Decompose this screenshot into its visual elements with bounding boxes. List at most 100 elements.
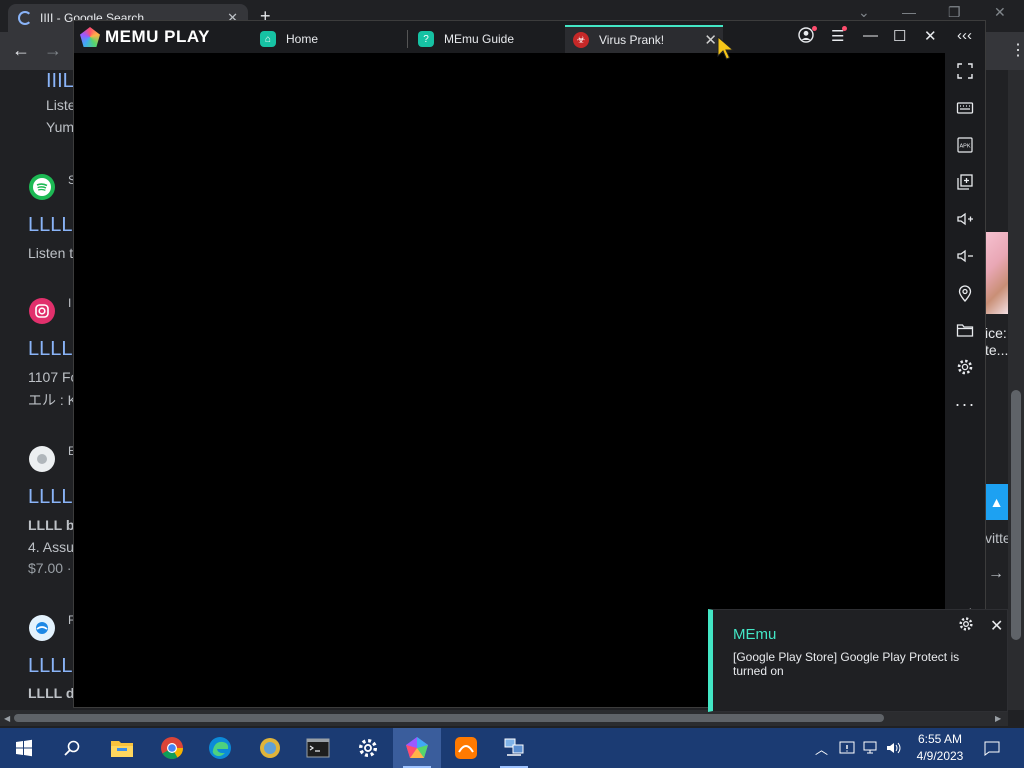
scroll-right-icon[interactable]: ▶ — [995, 714, 1001, 723]
memu-logo: MEMU PLAY — [80, 27, 210, 47]
scroll-left-icon[interactable]: ◀ — [4, 714, 10, 723]
result-site-name: I — [68, 296, 72, 310]
volume-icon[interactable] — [885, 728, 903, 768]
windows-taskbar: ︿ 6:55 AM 4/9/2023 — [0, 728, 1024, 768]
scrollbar-thumb[interactable] — [1011, 390, 1021, 640]
memu-close-button[interactable]: ✕ — [924, 27, 937, 45]
notification-close-icon[interactable]: ✕ — [990, 616, 1003, 636]
file-explorer-icon[interactable] — [98, 728, 146, 768]
tray-chevron-icon[interactable]: ︿ — [815, 728, 828, 768]
result-snippet: Yum — [46, 119, 75, 135]
clock-date: 4/9/2023 — [916, 749, 964, 763]
memu-minimize-button[interactable]: — — [863, 27, 878, 44]
chrome-dropdown-icon[interactable]: ⌄ — [858, 4, 870, 21]
chrome-menu-icon[interactable]: ⋮ — [1010, 40, 1024, 60]
chrome-restore-button[interactable]: ❐ — [948, 4, 961, 21]
notification-toast[interactable]: MEmu [Google Play Store] Google Play Pro… — [708, 609, 1008, 712]
result-price: $7.00 · — [28, 560, 72, 576]
result-snippet: 4. Assu — [28, 539, 74, 555]
site-favicon-icon — [29, 615, 55, 641]
memu-tab-home[interactable]: ⌂ Home — [252, 25, 407, 53]
instagram-icon — [29, 298, 55, 324]
memu-tab-label: Virus Prank! — [599, 33, 665, 47]
notification-body: [Google Play Store] Google Play Protect … — [733, 650, 960, 678]
settings-gear-icon[interactable] — [945, 352, 985, 382]
account-icon[interactable] — [798, 26, 817, 47]
memu-menu-button[interactable]: ☰ — [831, 26, 848, 45]
loading-spinner-icon — [18, 11, 32, 25]
app-orange-icon[interactable] — [442, 728, 490, 768]
tray-security-icon[interactable] — [838, 728, 856, 768]
clock-time: 6:55 AM — [917, 732, 963, 746]
site-favicon-icon — [29, 446, 55, 472]
taskbar-clock[interactable]: 6:55 AM 4/9/2023 — [908, 731, 972, 765]
home-tab-icon: ⌂ — [260, 31, 276, 47]
keyboard-mapping-icon[interactable] — [945, 93, 985, 123]
memu-logo-text: MEMU PLAY — [105, 27, 210, 46]
right-panel-text: ice: — [985, 325, 1007, 341]
result-snippet: エル : K — [28, 392, 78, 408]
volume-up-icon[interactable] — [945, 204, 985, 234]
memu-window: MEMU PLAY ⌂ Home ? MEmu Guide ☣ Virus Pr… — [73, 20, 986, 708]
thumbnail-image[interactable] — [985, 232, 1008, 314]
chrome-close-button[interactable]: ✕ — [994, 4, 1006, 21]
result-title[interactable]: LLLL — [28, 214, 73, 237]
result-title[interactable]: LLLL — [28, 338, 73, 361]
volume-down-icon[interactable] — [945, 241, 985, 271]
folder-icon[interactable] — [945, 315, 985, 345]
svg-text:APK: APK — [959, 144, 970, 150]
apk-install-icon[interactable]: APK — [945, 130, 985, 160]
result-snippet: 1107 Fo — [28, 369, 79, 385]
action-center-icon[interactable] — [983, 728, 1001, 768]
memu-tab-label: Home — [286, 32, 319, 46]
forward-button[interactable]: → — [44, 40, 62, 61]
edge-icon[interactable] — [196, 728, 244, 768]
guide-tab-icon: ? — [418, 31, 434, 47]
memu-tab-label: MEmu Guide — [444, 32, 515, 46]
result-snippet: LLLL b — [28, 517, 75, 533]
collapse-sidebar-icon[interactable]: ‹‹‹ — [957, 27, 972, 44]
search-icon[interactable] — [48, 728, 96, 768]
chrome-minimize-button[interactable]: — — [902, 4, 916, 20]
notification-title: MEmu — [733, 626, 777, 643]
more-options-icon[interactable]: ··· — [945, 389, 985, 419]
result-title[interactable]: LLLL — [28, 655, 73, 678]
app-globe-icon[interactable] — [246, 728, 294, 768]
memu-logo-icon — [80, 27, 100, 47]
result-title[interactable]: IIIL — [46, 70, 74, 93]
memu-taskbar-icon[interactable] — [393, 728, 441, 768]
network-icon[interactable] — [862, 728, 880, 768]
mouse-cursor-icon — [717, 36, 735, 60]
memu-maximize-button[interactable]: ☐ — [893, 27, 906, 45]
multi-instance-icon[interactable] — [945, 167, 985, 197]
horizontal-scrollbar[interactable]: ◀ ▶ — [0, 710, 1008, 726]
memu-tab-guide[interactable]: ? MEmu Guide — [410, 25, 565, 53]
result-snippet: Listen t — [28, 245, 74, 261]
result-snippet: LLLL d — [28, 685, 75, 701]
location-icon[interactable] — [945, 278, 985, 308]
scrollbar-thumb[interactable] — [14, 714, 884, 722]
memu-titlebar: MEMU PLAY ⌂ Home ? MEmu Guide ☣ Virus Pr… — [74, 21, 985, 53]
result-snippet: Liste — [46, 97, 76, 113]
twitter-icon[interactable]: ▲ — [985, 484, 1008, 520]
right-panel-text: vitte — [985, 530, 1011, 546]
notification-settings-icon[interactable] — [958, 616, 974, 637]
memu-tab-virus-prank[interactable]: ☣ Virus Prank! ✕ — [565, 25, 723, 53]
tab-divider — [407, 30, 408, 48]
arrow-right-icon[interactable]: → — [988, 565, 1004, 583]
start-button[interactable] — [0, 728, 48, 768]
notification-dot-icon — [842, 26, 848, 31]
settings-taskbar-icon[interactable] — [344, 728, 392, 768]
vertical-scrollbar[interactable] — [1008, 70, 1024, 710]
right-panel-text: te... — [985, 342, 1009, 358]
terminal-icon[interactable] — [294, 728, 342, 768]
network-app-icon[interactable] — [490, 728, 538, 768]
result-title[interactable]: LLLL — [28, 486, 73, 509]
fullscreen-icon[interactable] — [945, 56, 985, 86]
biohazard-icon: ☣ — [573, 32, 589, 48]
spotify-icon — [29, 174, 55, 200]
chrome-taskbar-icon[interactable] — [148, 728, 196, 768]
back-button[interactable]: ← — [12, 40, 30, 61]
notification-dot-icon — [812, 26, 817, 31]
tab-close-icon[interactable]: ✕ — [704, 31, 717, 49]
